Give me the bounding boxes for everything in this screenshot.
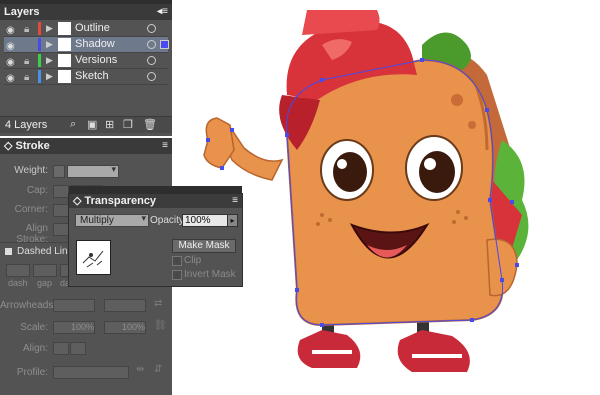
target-circle-icon[interactable] <box>147 40 156 49</box>
scale-label: Scale: <box>20 322 48 333</box>
target-circle-icon[interactable] <box>147 24 156 33</box>
layer-row-shadow[interactable]: ◉ ▶ Shadow <box>4 37 169 54</box>
layer-row-versions[interactable]: ◉ 🔒︎ ▶ Versions <box>4 53 168 69</box>
scale-start-value: 100% <box>70 322 94 332</box>
arrowheads-label: Arrowheads: <box>0 300 57 311</box>
visibility-eye-icon[interactable]: ◉ <box>6 55 15 70</box>
stroke-tab-label: Stroke <box>15 140 50 152</box>
expand-arrow-icon[interactable]: ▶ <box>46 21 53 36</box>
locate-object-icon[interactable]: ⌕ <box>70 118 76 131</box>
weight-label: Weight: <box>14 165 48 176</box>
right-eye-shine <box>424 158 436 170</box>
layers-panel: Layers ◂≡ ◉ 🔒︎ ▶ Outline ◉ ▶ Shadow ◉ 🔒︎… <box>0 0 172 136</box>
dashed-line-label: Dashed Line <box>17 246 74 257</box>
selection-indicator-icon[interactable] <box>160 40 169 49</box>
right-pupil <box>419 151 455 193</box>
layers-tab[interactable]: Layers <box>4 4 39 20</box>
left-pupil <box>333 152 367 192</box>
align-arrow-tip-button[interactable] <box>53 342 69 355</box>
dash-field-1[interactable] <box>6 264 30 277</box>
layer-thumbnail <box>58 70 71 83</box>
lock-icon[interactable]: 🔒︎ <box>24 54 29 69</box>
expand-arrow-icon[interactable]: ▶ <box>46 69 53 84</box>
layers-titlebar: Layers ◂≡ <box>0 4 172 20</box>
target-circle-icon[interactable] <box>147 56 156 65</box>
weight-stepper[interactable] <box>53 165 65 178</box>
bread-spot <box>468 121 476 129</box>
blend-mode-value: Multiply <box>80 215 114 226</box>
right-arm-on-hip <box>486 238 518 297</box>
gap-caption-1: gap <box>37 278 53 288</box>
align-center-button[interactable] <box>53 223 69 236</box>
layer-name[interactable]: Outline <box>75 21 110 36</box>
bread-spot <box>451 94 463 106</box>
panel-menu-icon[interactable]: ◂≡ <box>157 4 168 20</box>
miter-join-button[interactable] <box>53 204 69 217</box>
swap-arrows-icon[interactable]: ⇄ <box>154 298 162 309</box>
layer-color-bar <box>38 70 41 83</box>
layer-color-bar <box>38 54 41 67</box>
align-arrow-end-button[interactable] <box>70 342 86 355</box>
visibility-eye-icon[interactable]: ◉ <box>6 71 15 86</box>
object-thumbnail[interactable] <box>76 240 111 275</box>
profile-dropdown[interactable] <box>53 366 129 379</box>
layer-thumbnail <box>58 54 71 67</box>
left-eye-shine <box>337 159 347 169</box>
layer-name[interactable]: Versions <box>75 53 117 68</box>
layers-footer: 4 Layers ⌕ ▣ ⊞ ❐ 🗑︎ <box>0 116 172 133</box>
align-label: Align: <box>22 343 48 354</box>
layer-thumbnail <box>58 22 71 35</box>
scale-end-value: 100% <box>121 322 145 332</box>
lock-icon[interactable]: 🔒︎ <box>24 70 29 85</box>
scale-end-field[interactable]: 100% <box>104 321 146 334</box>
stroke-tab[interactable]: ◇ Stroke <box>4 138 50 154</box>
layer-color-bar <box>38 38 41 51</box>
flip-across-icon[interactable]: ⇵ <box>154 364 162 375</box>
clipping-mask-icon[interactable]: ▣ <box>87 118 97 131</box>
dash-caption-1: dash <box>8 278 28 288</box>
dashed-line-checkbox[interactable] <box>5 248 12 255</box>
link-scale-icon[interactable]: ⛓︎ <box>154 320 167 331</box>
thumbnail-sketch <box>82 250 104 268</box>
target-circle-icon[interactable] <box>147 72 156 81</box>
right-shoe <box>397 330 470 372</box>
cap-label: Cap: <box>26 185 48 196</box>
corner-label: Corner: <box>14 204 48 215</box>
arrowhead-end-dropdown[interactable] <box>104 299 146 312</box>
transparency-tab[interactable]: ◇ Transparency <box>73 194 156 208</box>
delete-layer-icon[interactable]: 🗑︎ <box>143 118 157 131</box>
new-layer-icon[interactable]: ❐ <box>123 118 133 131</box>
layer-thumbnail <box>58 38 71 51</box>
stroke-titlebar: ◇ Stroke ≡ <box>0 138 172 154</box>
artwork-canvas[interactable] <box>172 0 600 395</box>
blend-mode-dropdown[interactable]: Multiply <box>75 213 149 227</box>
weight-dropdown[interactable] <box>67 164 119 178</box>
butt-cap-button[interactable] <box>53 185 69 198</box>
gap-field-1[interactable] <box>33 264 57 277</box>
profile-label: Profile: <box>16 367 48 378</box>
panel-menu-icon[interactable]: ≡ <box>162 138 168 154</box>
flip-along-icon[interactable]: ⇹ <box>136 364 144 375</box>
visibility-eye-icon[interactable]: ◉ <box>6 39 15 54</box>
layer-name[interactable]: Sketch <box>75 69 109 84</box>
bread-body <box>285 58 504 327</box>
transparency-tab-label: Transparency <box>84 195 157 207</box>
arrowhead-start-dropdown[interactable] <box>53 299 95 312</box>
layer-row-sketch[interactable]: ◉ 🔒︎ ▶ Sketch <box>4 69 168 85</box>
scale-start-field[interactable]: 100% <box>53 321 95 334</box>
visibility-eye-icon[interactable]: ◉ <box>6 23 15 38</box>
layer-row-outline[interactable]: ◉ 🔒︎ ▶ Outline <box>4 21 168 37</box>
new-sublayer-icon[interactable]: ⊞ <box>105 118 114 131</box>
layer-name[interactable]: Shadow <box>75 37 115 52</box>
layer-count: 4 Layers <box>5 119 48 131</box>
left-shoe <box>297 330 361 368</box>
lock-icon[interactable]: 🔒︎ <box>24 22 29 37</box>
thumbs-up-hand <box>203 117 235 169</box>
layer-color-bar <box>38 22 41 35</box>
expand-arrow-icon[interactable]: ▶ <box>46 37 53 52</box>
expand-arrow-icon[interactable]: ▶ <box>46 53 53 68</box>
